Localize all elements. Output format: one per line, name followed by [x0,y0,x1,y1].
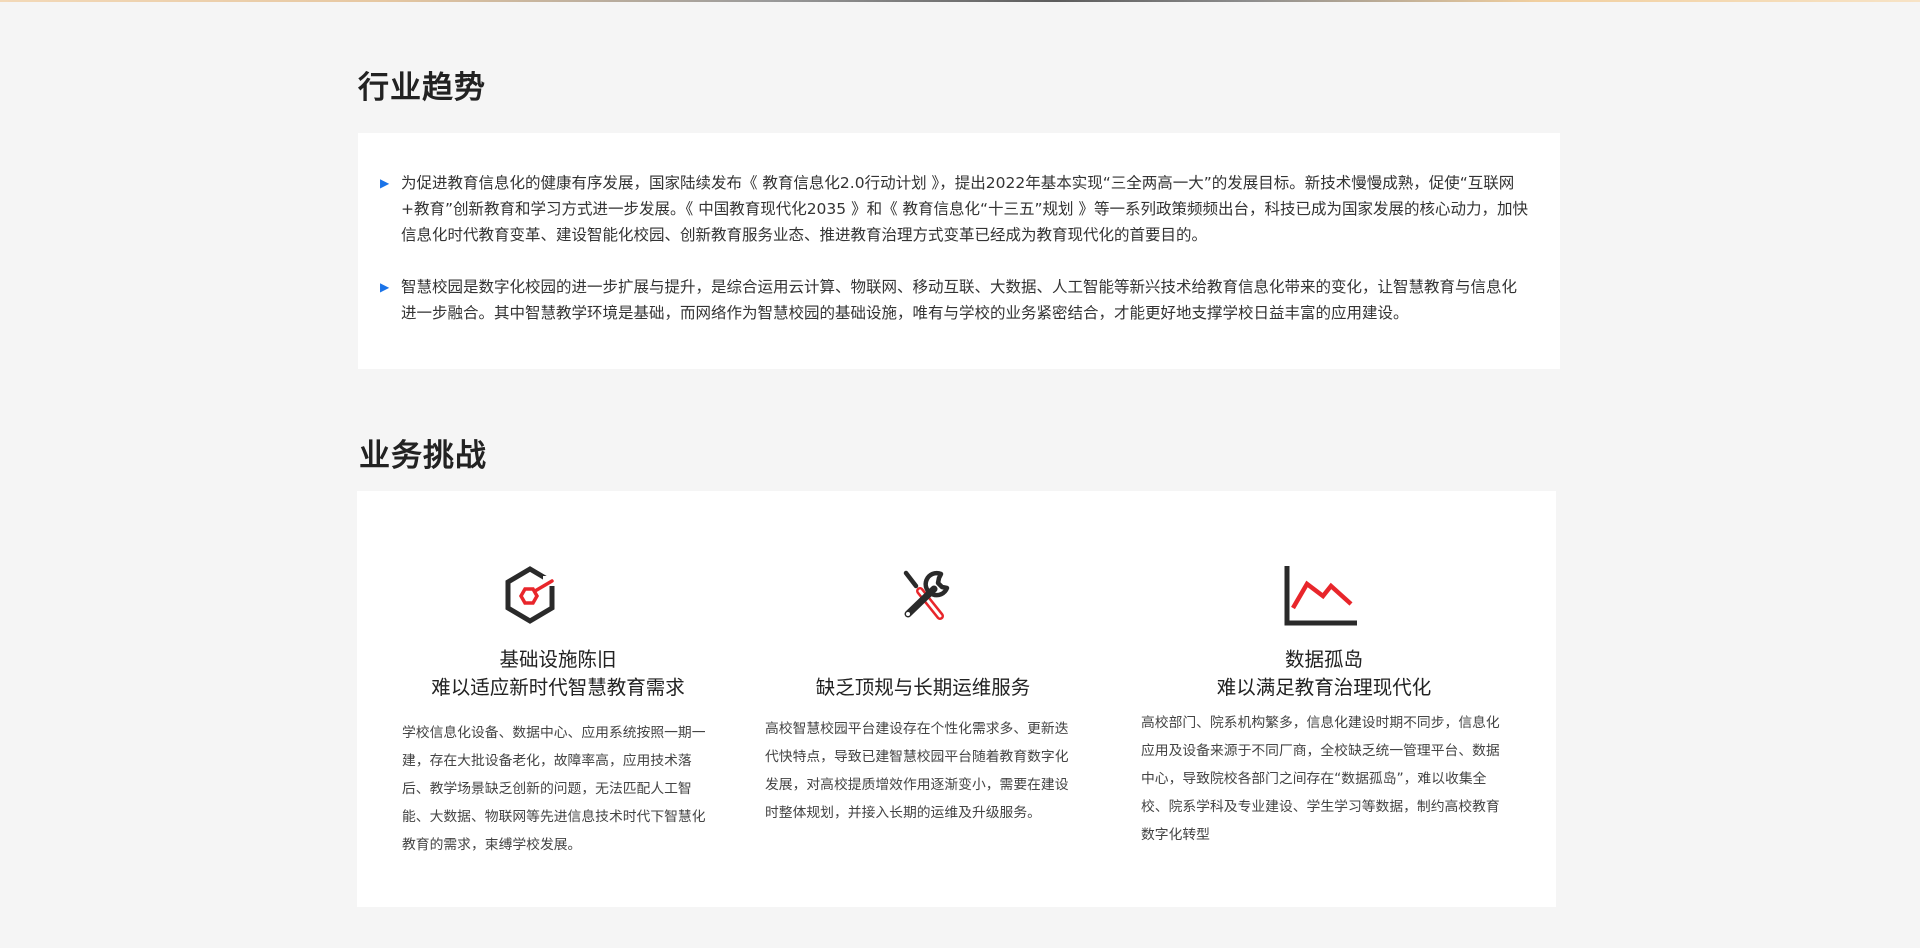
declining-chart-icon [1281,556,1361,636]
challenge-title-line1: 基础设施陈旧 [499,648,617,671]
triangle-bullet-icon: ▶ [380,176,390,190]
tools-icon [883,556,963,636]
challenge-title-line1: 数据孤岛 [1284,648,1363,671]
trend-item-text: 为促进教育信息化的健康有序发展，国家陆续发布《 教育信息化2.0行动计划 》，提… [401,174,1528,244]
trend-card: ▶ 为促进教育信息化的健康有序发展，国家陆续发布《 教育信息化2.0行动计划 》… [358,133,1560,369]
top-decorative-strip [0,0,1920,2]
challenge-description: 高校智慧校园平台建设存在个性化需求多、更新迭代快特点，导致已建智慧校园平台随着教… [765,721,1069,821]
challenge-description: 高校部门、院系机构繁多，信息化建设时期不同步，信息化应用及设备来源于不同厂商，全… [1141,715,1500,843]
hexagon-cube-icon [490,556,570,636]
challenge-title-line2: 难以满足教育治理现代化 [1216,676,1432,699]
triangle-bullet-icon: ▶ [380,280,390,294]
section-title-challenge: 业务挑战 [359,438,487,474]
trend-item-text: 智慧校园是数字化校园的进一步扩展与提升，是综合运用云计算、物联网、移动互联、大数… [401,278,1518,322]
section-title-trend: 行业趋势 [358,70,486,106]
trend-item: ▶ 为促进教育信息化的健康有序发展，国家陆续发布《 教育信息化2.0行动计划 》… [380,170,1530,248]
challenge-card: 基础设施陈旧 难以适应新时代智慧教育需求 学校信息化设备、数据中心、应用系统按照… [357,491,1556,907]
challenge-title: 基础设施陈旧 难以适应新时代智慧教育需求 [402,646,714,702]
challenge-title-line2: 难以适应新时代智慧教育需求 [431,676,685,699]
challenge-description: 学校信息化设备、数据中心、应用系统按照一期一建，存在大批设备老化，故障率高，应用… [402,725,706,853]
trend-item: ▶ 智慧校园是数字化校园的进一步扩展与提升，是综合运用云计算、物联网、移动互联、… [380,274,1530,326]
challenge-title: 缺乏顶规与长期运维服务 [765,674,1081,702]
challenge-title-line1: 缺乏顶规与长期运维服务 [815,676,1031,699]
challenge-title: 数据孤岛 难以满足教育治理现代化 [1141,646,1507,702]
